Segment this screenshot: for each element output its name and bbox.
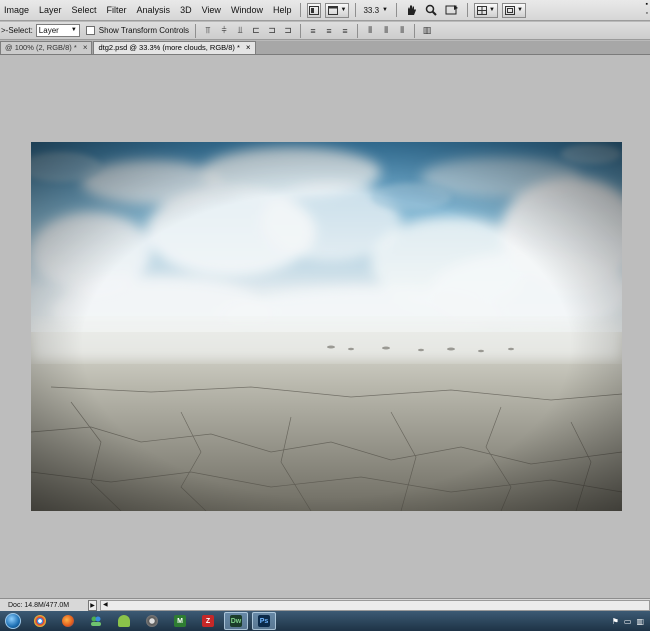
status-bar: Doc: 14.8M/477.0M ▶ ◀: [0, 598, 650, 611]
status-menu-arrow-icon[interactable]: ▶: [88, 599, 97, 611]
document-size[interactable]: Doc: 14.8M/477.0M: [0, 602, 88, 609]
rotate-view-icon[interactable]: [445, 4, 459, 16]
distribute-hcenter-icon[interactable]: ⦀: [379, 25, 393, 37]
horizontal-scrollbar[interactable]: ◀: [100, 599, 650, 611]
taskbar-android[interactable]: [112, 612, 136, 630]
options-separator: [414, 23, 416, 38]
distribute-vcenter-icon[interactable]: ≡: [322, 25, 336, 37]
flag-icon[interactable]: ⚑: [612, 617, 619, 626]
show-transform-label: Show Transform Controls: [98, 26, 190, 35]
menu-layer[interactable]: Layer: [34, 0, 67, 21]
restore-icon[interactable]: ▫: [646, 9, 648, 18]
menu-filter[interactable]: Filter: [102, 0, 132, 21]
filezilla-icon: Z: [202, 615, 214, 627]
scroll-left-icon[interactable]: ◀: [103, 601, 108, 608]
cloudy-desert-image: [31, 142, 622, 511]
canvas-area[interactable]: [0, 55, 650, 598]
taskbar-filezilla[interactable]: Z: [196, 612, 220, 630]
start-button[interactable]: [0, 611, 26, 631]
screen-mode-icon: [328, 5, 339, 15]
chevron-down-icon: ▼: [489, 7, 495, 13]
messenger-icon: [90, 615, 102, 627]
chevron-down-icon: ▼: [517, 7, 523, 13]
auto-select-value: Layer: [38, 26, 59, 35]
distribute-right-icon[interactable]: ⦀: [395, 25, 409, 37]
hand-tool-icon[interactable]: [405, 4, 417, 16]
windows-logo-icon: [5, 613, 21, 629]
distribute-left-icon[interactable]: ⦀: [363, 25, 377, 37]
options-separator: [195, 23, 197, 38]
menu-separator: [355, 3, 357, 17]
taskbar: M Z Dw Ps ⚑ ▭ ▥: [0, 611, 650, 631]
taskbar-app-m[interactable]: M: [168, 612, 192, 630]
menu-separator: [300, 3, 302, 17]
close-icon[interactable]: ×: [246, 42, 251, 54]
auto-select-label: >-Select:: [1, 26, 33, 35]
menu-view[interactable]: View: [197, 0, 226, 21]
tab-document-2[interactable]: dtg2.psd @ 33.3% (more clouds, RGB/8) * …: [93, 41, 256, 54]
menu-analysis[interactable]: Analysis: [132, 0, 176, 21]
chevron-down-icon: ▼: [70, 27, 77, 33]
menu-select[interactable]: Select: [67, 0, 102, 21]
align-vcenter-icon[interactable]: ⫩: [217, 25, 231, 37]
menu-help[interactable]: Help: [268, 0, 297, 21]
chrome-icon: [34, 615, 46, 627]
photoshop-icon: Ps: [258, 615, 270, 627]
taskbar-chrome[interactable]: [28, 612, 52, 630]
screen-mode-button[interactable]: ▼: [325, 2, 350, 18]
taskbar-photoshop[interactable]: Ps: [252, 612, 276, 630]
menu-separator: [467, 3, 468, 17]
android-icon: [118, 615, 130, 627]
menu-3d[interactable]: 3D: [175, 0, 197, 21]
system-tray: ⚑ ▭ ▥: [607, 617, 650, 626]
align-top-icon[interactable]: ⫪: [201, 25, 215, 37]
network-icon[interactable]: ▥: [636, 617, 644, 626]
taskbar-browser[interactable]: [140, 612, 164, 630]
menu-bar: Image Layer Select Filter Analysis 3D Vi…: [0, 0, 650, 21]
show-transform-checkbox[interactable]: [85, 26, 95, 35]
screen-mode-2-button[interactable]: ▼: [502, 2, 526, 18]
chevron-down-icon: ▼: [340, 7, 347, 13]
options-separator: [357, 23, 359, 38]
distribute-bottom-icon[interactable]: ≡: [338, 25, 352, 37]
align-left-icon[interactable]: ⊏: [249, 25, 263, 37]
bridge-icon: [309, 5, 320, 15]
tab-label: dtg2.psd @ 33.3% (more clouds, RGB/8) *: [98, 43, 240, 52]
arrange-documents-button[interactable]: ▼: [474, 2, 498, 18]
arrange-icon: [477, 5, 488, 15]
taskbar-dreamweaver[interactable]: Dw: [224, 612, 248, 630]
bridge-button[interactable]: [307, 2, 322, 18]
options-separator: [300, 23, 302, 38]
auto-select-dropdown[interactable]: Layer ▼: [35, 24, 80, 37]
fullscreen-icon: [505, 5, 516, 15]
tab-label: @ 100% (2, RGB/8) *: [5, 43, 77, 52]
auto-align-icon[interactable]: ▥: [420, 25, 434, 37]
menu-image[interactable]: Image: [0, 0, 34, 21]
zoom-tool-icon[interactable]: [425, 4, 437, 16]
screen-icon[interactable]: ▭: [624, 617, 632, 626]
document-tab-bar: @ 100% (2, RGB/8) * × dtg2.psd @ 33.3% (…: [0, 41, 650, 55]
zoom-dropdown-icon[interactable]: ▼: [382, 7, 388, 13]
options-bar: >-Select: Layer ▼ Show Transform Control…: [0, 22, 650, 40]
menu-separator: [396, 3, 397, 17]
firefox-icon: [62, 615, 74, 627]
taskbar-messenger[interactable]: [84, 612, 108, 630]
align-hcenter-icon[interactable]: ⊐: [265, 25, 279, 37]
app-m-icon: M: [174, 615, 186, 627]
dreamweaver-icon: Dw: [230, 615, 242, 627]
align-right-icon[interactable]: ⊐: [281, 25, 295, 37]
distribute-top-icon[interactable]: ≡: [306, 25, 320, 37]
zoom-level[interactable]: 33.3: [363, 6, 379, 15]
document-canvas[interactable]: [31, 142, 622, 511]
window-controls: ▪ ▫: [646, 0, 648, 18]
tab-document-1[interactable]: @ 100% (2, RGB/8) * ×: [0, 41, 93, 54]
taskbar-firefox[interactable]: [56, 612, 80, 630]
close-icon[interactable]: ×: [83, 42, 88, 54]
align-bottom-icon[interactable]: ⫫: [233, 25, 247, 37]
menu-window[interactable]: Window: [226, 0, 268, 21]
globe-icon: [146, 615, 158, 627]
minimize-icon[interactable]: ▪: [646, 0, 648, 9]
